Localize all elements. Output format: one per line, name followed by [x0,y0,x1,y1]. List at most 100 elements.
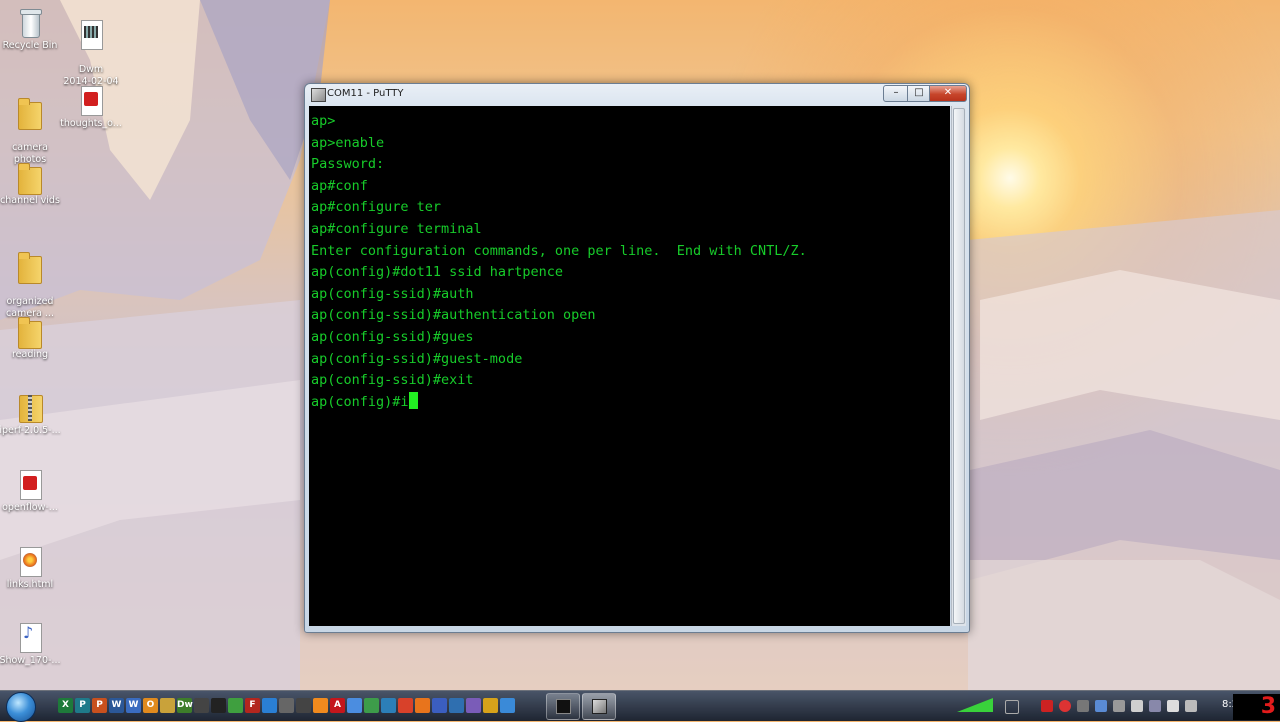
terminal-line: Password: [311,156,385,173]
desktop-icon-reading[interactable]: reading [0,315,62,361]
desktop-icon-iperf[interactable]: iperf-2.0.5-... [0,391,62,437]
desktop-icon-label: Recycle Bin [2,40,58,51]
terminal-app-icon[interactable] [194,698,209,713]
putty-icon[interactable] [279,698,294,713]
device-icon[interactable] [296,698,311,713]
window-titlebar[interactable]: COM11 - PuTTY – □ ✕ [305,84,969,106]
putty-icon [592,699,607,714]
mp3-file-icon [14,621,46,653]
update-tray-icon[interactable] [1113,700,1125,712]
taskbar-task-putty[interactable] [582,693,616,720]
excel-icon[interactable]: X [58,698,73,713]
desktop-icon-label: Show_170-... [0,655,61,666]
window-title: COM11 - PuTTY [327,88,404,99]
pdf-file-icon [14,468,46,500]
mail-icon[interactable] [432,698,447,713]
start-button[interactable] [6,692,36,722]
terminal-line: ap(config)#dot11 ssid hartpence [311,264,563,281]
terminal-line: ap(config-ssid)#auth [311,285,474,302]
desktop-icon-openflow-pdf[interactable]: openflow-... [0,468,62,514]
cmd-icon[interactable] [211,698,226,713]
app-icon[interactable] [466,698,481,713]
desktop-icon-recycle-bin[interactable]: Recycle Bin [0,6,62,52]
terminal-line: ap(config-ssid)#exit [311,372,474,389]
quick-launch-bar: X P P W W O Dw F A [58,696,515,716]
badge-number: 3 [1260,694,1276,719]
pdf-file-icon [75,84,107,116]
recycle-bin-icon [14,6,46,38]
zip-folder-icon [14,391,46,423]
firefox-icon[interactable] [415,698,430,713]
flag-icon[interactable] [1131,700,1143,712]
terminal-line: ap#configure ter [311,199,442,216]
terminal-line: ap(config-ssid)#authentication open [311,307,596,324]
desktop-icon-links-html[interactable]: links.html [0,545,62,591]
folder-icon [14,315,46,349]
sync-tray-icon[interactable] [1059,700,1071,712]
dreamweaver-icon[interactable]: Dw [177,698,193,713]
close-button[interactable]: ✕ [929,85,967,102]
terminal-prompt-line[interactable]: ap(config)#i [311,391,950,414]
terminal-screen[interactable]: ap> ap>enable Password: ap#conf ap#confi… [309,106,950,626]
network-icon[interactable] [364,698,379,713]
terminal-prompt-text: ap(config)#i [311,393,409,410]
star-icon[interactable] [483,698,498,713]
volume-icon[interactable] [1167,700,1179,712]
corner-badge: 3 [1233,694,1280,720]
word-icon[interactable]: W [109,698,124,713]
outlook-icon[interactable]: O [143,698,158,713]
photos-icon[interactable] [381,698,396,713]
desktop-icon-label: openflow-... [2,502,58,513]
git-icon[interactable] [398,698,413,713]
terminal-line: ap#configure terminal [311,220,482,237]
terminal-app-icon [556,699,571,714]
desktop-icon-show-mp3[interactable]: Show_170-... [0,621,62,667]
desktop-icon-label: iperf-2.0.5-... [0,425,61,436]
dropbox-icon[interactable] [262,698,277,713]
terminal-line: ap(config-ssid)#guest-mode [311,350,523,367]
folder-icon [14,250,46,284]
terminal-line: ap> [311,113,336,129]
desktop-icon-thoughts-pdf[interactable]: thoughts_o... [59,84,123,130]
minimize-button[interactable]: – [883,85,909,102]
putty-window[interactable]: COM11 - PuTTY – □ ✕ ap> ap>enable Passwo… [304,83,970,633]
publisher-icon[interactable]: P [75,698,90,713]
terminal-line: ap(config-ssid)#gues [311,328,474,345]
desktop-icon-channel-vids[interactable]: channel vids [0,161,62,207]
wifi-icon[interactable] [1005,700,1019,714]
lock-icon[interactable] [160,698,175,713]
terminal-line: ap>enable [311,134,385,151]
taskbar-task-terminal[interactable] [546,693,580,720]
desktop-icon-label: links.html [6,579,54,590]
app-tray-icon[interactable] [1077,700,1089,712]
filezilla-icon[interactable]: F [245,698,260,713]
acrobat-icon[interactable]: A [330,698,345,713]
chrome-icon[interactable] [347,698,362,713]
terminal-cursor [408,391,418,409]
powerpoint-icon[interactable]: P [92,698,107,713]
maximize-button[interactable]: □ [907,85,931,102]
desktop-icon-label: thoughts_o... [60,118,122,129]
wireshark-icon[interactable] [500,698,515,713]
avi-file-icon [75,18,107,50]
python-icon[interactable] [449,698,464,713]
network-connection-icon[interactable] [1149,700,1161,712]
network-tray-icon[interactable] [1095,700,1107,712]
putty-icon [311,88,326,102]
battery-icon[interactable] [1185,700,1197,712]
word-doc-icon[interactable]: W [126,698,141,713]
terminal-output: ap> ap>enable Password: ap#conf ap#confi… [309,106,950,413]
terminal-line: ap#conf [311,177,368,194]
terminal-scrollbar[interactable] [951,106,966,626]
desktop-icon-label: reading [11,349,49,360]
signal-strength-icon[interactable] [957,698,993,712]
terminal-line: Enter configuration commands, one per li… [311,242,807,259]
taskbar: X P P W W O Dw F A 8:2 [0,690,1280,722]
vlc-icon[interactable] [313,698,328,713]
device-tray-icon[interactable] [1041,700,1053,712]
scrollbar-thumb[interactable] [953,108,965,624]
folder-icon [14,161,46,195]
paint-icon[interactable] [228,698,243,713]
folder-icon [14,96,46,130]
firefox-html-icon [14,545,46,577]
